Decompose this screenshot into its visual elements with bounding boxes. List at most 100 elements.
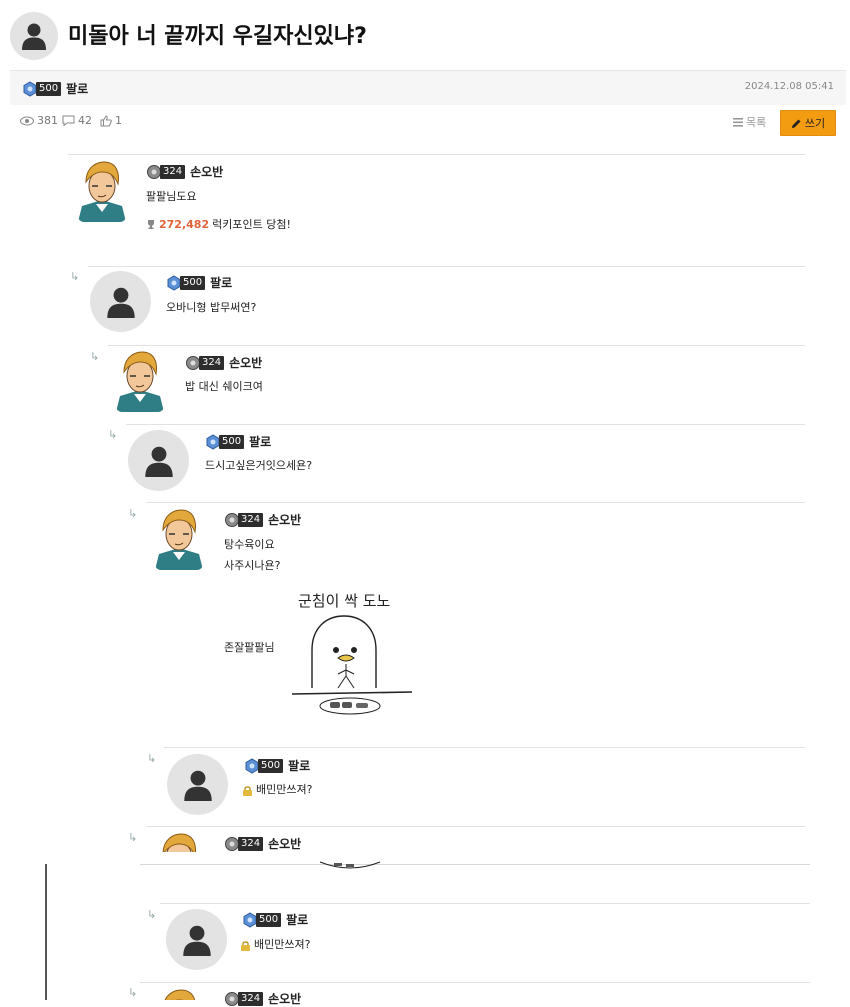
list-icon [733,117,743,127]
comment-header: 324 손오반 [146,163,223,180]
views-stat: 381 [20,114,58,127]
likes-count: 1 [115,114,122,127]
comment-text: 밥 대신 쉐이크여 [185,380,263,393]
commenter-avatar[interactable] [116,350,164,412]
list-button[interactable]: 목록 [733,114,766,130]
commenter-nick[interactable]: 팔로 [210,274,232,291]
comment-text: 탕수육이요 [224,538,275,551]
trophy-icon [148,220,154,229]
comment-divider [164,747,805,748]
post-author[interactable]: 500 팔로 [22,80,88,97]
comment-text-row: 배민만쓰져? [242,783,312,797]
level-number: 500 [36,81,62,96]
level-number: 500 [219,434,245,449]
commenter-nick[interactable]: 팔로 [249,433,271,450]
comment-text: 사주시나욘? [224,559,281,572]
list-label: 목록 [746,116,767,129]
commenter-avatar[interactable] [128,430,189,491]
comments-count: 42 [78,114,92,127]
commenter-avatar[interactable] [155,508,203,570]
post-meta-bar: 500 팔로 2024.12.08 05:41 [10,70,846,105]
level-number: 324 [238,991,264,1006]
comment-header: 500 팔로 [242,911,308,928]
level-badge: 500 [244,757,284,774]
reply-arrow-icon: ↳ [147,908,157,921]
level-badge: 500 [166,274,206,291]
reply-arrow-icon: ↳ [108,428,118,441]
level-number: 324 [160,164,186,179]
write-button[interactable]: 쓰기 [780,110,836,136]
level-badge: 324 [224,512,264,528]
commenter-nick[interactable]: 손오반 [190,163,223,180]
commenter-nick[interactable]: 팔로 [288,757,310,774]
lucky-point-value: 272,482 [159,217,210,231]
user-silhouette-icon [182,925,211,956]
commenter-nick[interactable]: 손오반 [268,511,301,528]
level-badge: 324 [224,836,264,852]
anime-avatar-icon [78,161,126,222]
comment-text: 배민만쓰져? [254,938,311,951]
level-badge: 500 [205,433,245,450]
penguin-meme-illustration [291,615,413,715]
commenter-nick[interactable]: 손오반 [229,354,262,371]
level-number: 324 [238,512,264,527]
comments-stat: 42 [62,114,92,127]
user-silhouette-icon [144,446,173,477]
commenter-avatar[interactable] [90,271,151,332]
comment-divider [146,502,805,503]
level-badge: 500 [242,911,282,928]
comment-icon [62,115,75,126]
left-frame-line [45,864,47,1000]
likes-stat[interactable]: 1 [100,114,122,127]
author-nick[interactable]: 팔로 [66,80,88,97]
comment-text: 팔팔님도요 [146,190,197,203]
lucky-point-line: 272,482 럭키포인트 당첨! [146,216,291,232]
level-badge: 324 [146,164,186,180]
comment-divider [160,903,810,904]
reply-arrow-icon: ↳ [128,831,138,844]
comment-divider [68,154,805,155]
lock-icon [241,940,250,951]
comment-header: 500 팔로 [244,757,310,774]
level-badge: 324 [185,355,225,371]
anime-avatar-icon [116,351,164,412]
commenter-avatar[interactable] [78,160,126,222]
commenter-nick[interactable]: 손오반 [268,835,301,852]
commenter-avatar[interactable] [155,832,203,852]
reply-arrow-icon: ↳ [70,270,80,283]
comment-divider [140,864,810,865]
lucky-point-text: 럭키포인트 당첨! [212,218,291,231]
reply-arrow-icon: ↳ [128,986,138,999]
comment-text: 배민만쓰져? [256,783,313,796]
commenter-avatar[interactable] [155,988,203,1000]
level-number: 500 [180,275,206,290]
reply-arrow-icon: ↳ [90,350,100,363]
write-label: 쓰기 [804,117,826,130]
plate-fragment-illustration [319,861,381,869]
anime-avatar-icon [164,989,196,1000]
comment-header: 500 팔로 [205,433,271,450]
commenter-nick[interactable]: 팔로 [286,911,308,928]
comment-header: 324 손오반 [224,511,301,528]
commenter-avatar[interactable] [166,909,227,970]
user-silhouette-icon [183,770,212,801]
reply-arrow-icon: ↳ [128,507,138,520]
commenter-nick[interactable]: 손오반 [268,990,301,1007]
comment-divider [88,266,805,267]
comment-divider [146,826,805,827]
user-silhouette-icon [106,287,135,318]
commenter-avatar[interactable] [167,754,228,815]
level-number: 500 [258,758,284,773]
lock-icon [243,785,252,796]
level-badge: 500 [22,80,62,97]
thumbs-up-icon [100,114,112,126]
comment-header: 324 손오반 [224,990,301,1007]
post-date: 2024.12.08 05:41 [744,81,834,92]
anime-avatar-icon [155,509,203,570]
eye-icon [20,116,34,125]
user-silhouette-icon [22,23,46,50]
comment-header: 324 손오반 [224,835,301,852]
author-avatar[interactable] [10,12,58,60]
level-badge: 324 [224,991,264,1007]
comment-header: 324 손오반 [185,354,262,371]
